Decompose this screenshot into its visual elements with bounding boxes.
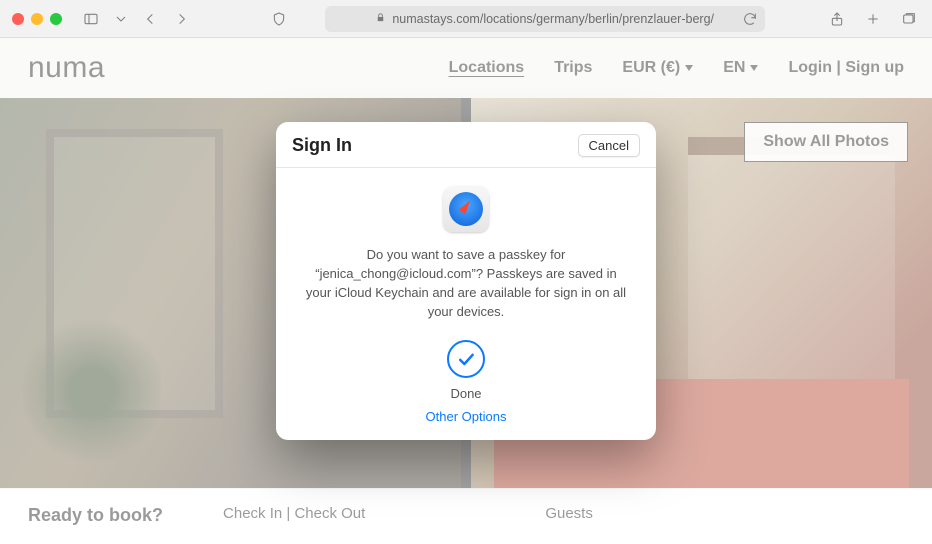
- address-bar[interactable]: numastays.com/locations/germany/berlin/p…: [325, 6, 765, 32]
- tab-overview-icon[interactable]: [898, 8, 920, 30]
- other-options-link[interactable]: Other Options: [304, 409, 628, 424]
- share-icon[interactable]: [826, 8, 848, 30]
- modal-scrim: Sign In Cancel Do you want to save a pas…: [0, 38, 932, 544]
- reload-icon[interactable]: [739, 8, 761, 30]
- page-content: numa Locations Trips EUR (€) EN Login | …: [0, 38, 932, 544]
- cancel-button[interactable]: Cancel: [578, 134, 640, 157]
- dialog-title: Sign In: [292, 135, 352, 156]
- sidebar-toggle-icon[interactable]: [80, 8, 102, 30]
- safari-app-icon: [443, 186, 489, 232]
- passkey-dialog: Sign In Cancel Do you want to save a pas…: [276, 122, 656, 439]
- zoom-window-button[interactable]: [50, 13, 62, 25]
- browser-toolbar: numastays.com/locations/germany/berlin/p…: [0, 0, 932, 38]
- back-button-icon[interactable]: [140, 8, 162, 30]
- minimize-window-button[interactable]: [31, 13, 43, 25]
- forward-button-icon[interactable]: [170, 8, 192, 30]
- new-tab-icon[interactable]: [862, 8, 884, 30]
- address-bar-url: numastays.com/locations/germany/berlin/p…: [392, 12, 714, 26]
- dialog-header: Sign In Cancel: [276, 122, 656, 168]
- lock-icon: [375, 12, 386, 26]
- close-window-button[interactable]: [12, 13, 24, 25]
- dialog-message: Do you want to save a passkey for “jenic…: [304, 246, 628, 321]
- toolbar-dropdown-chevron-icon[interactable]: [110, 8, 132, 30]
- done-label: Done: [304, 386, 628, 401]
- success-check-icon: [447, 340, 485, 378]
- privacy-report-icon[interactable]: [268, 8, 290, 30]
- window-controls: [12, 13, 62, 25]
